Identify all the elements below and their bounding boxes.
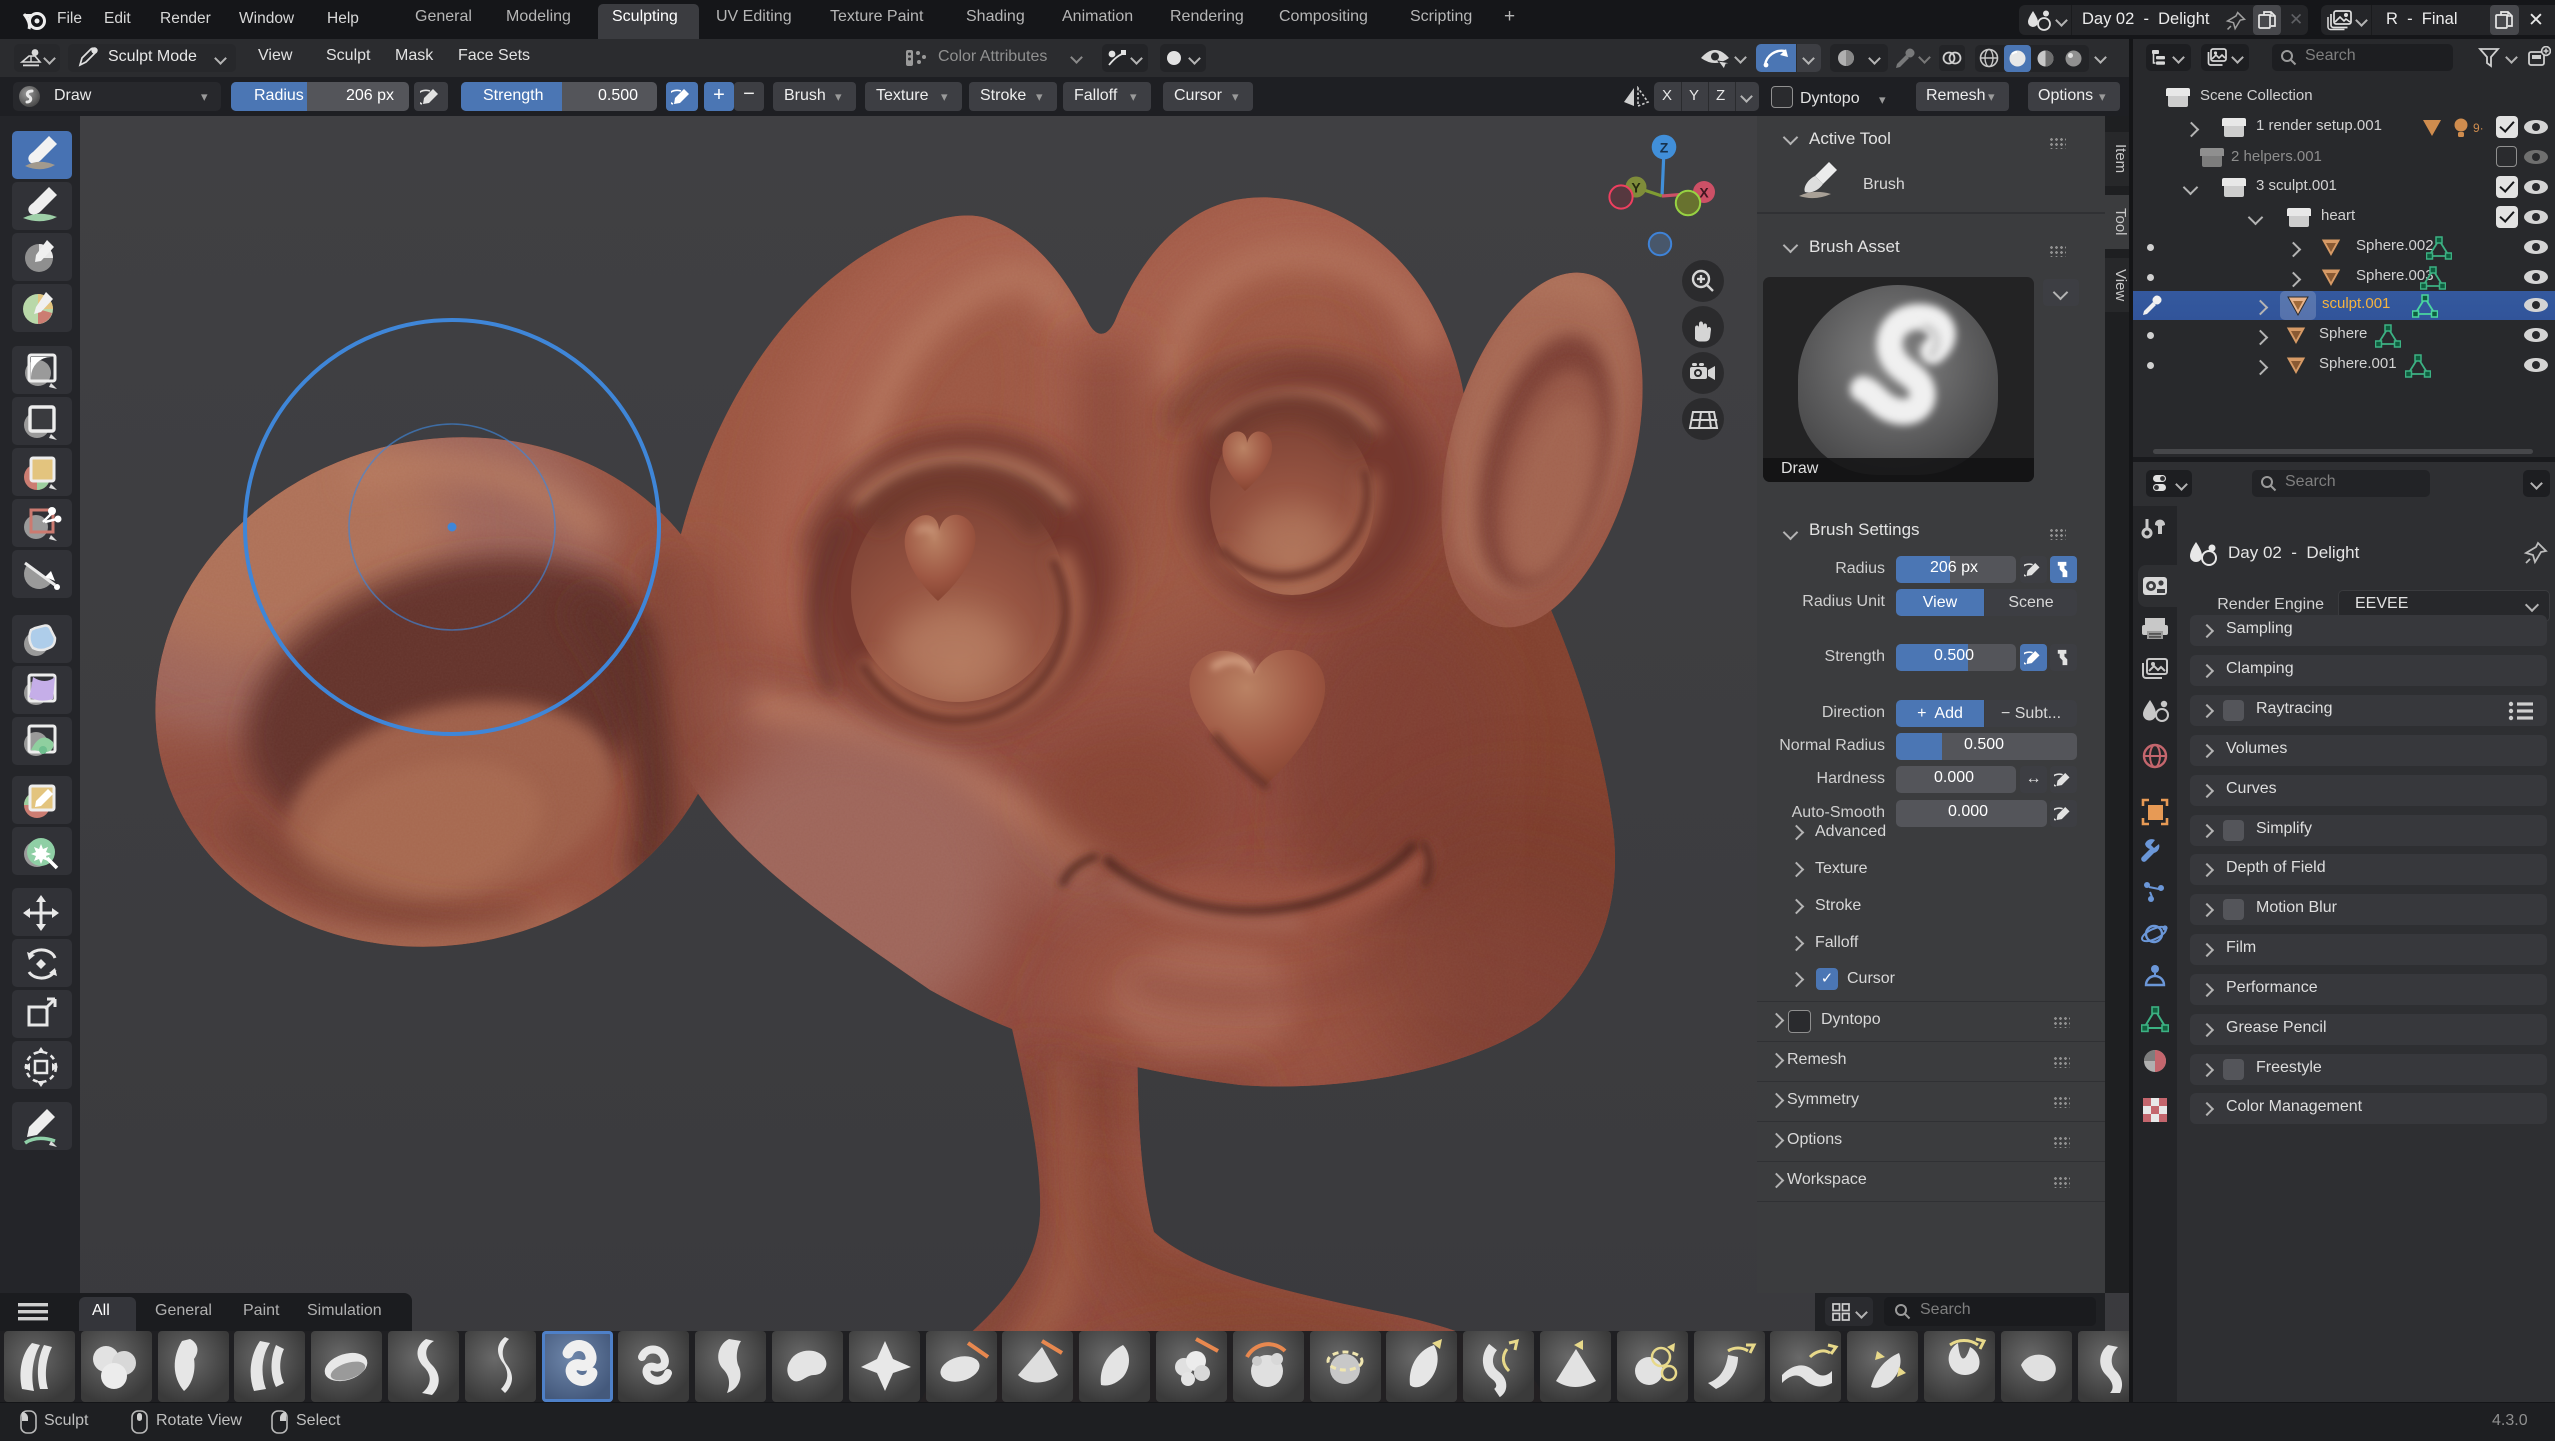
svg-text:X: X [1699,185,1709,201]
svg-text:Z: Z [1660,140,1669,156]
